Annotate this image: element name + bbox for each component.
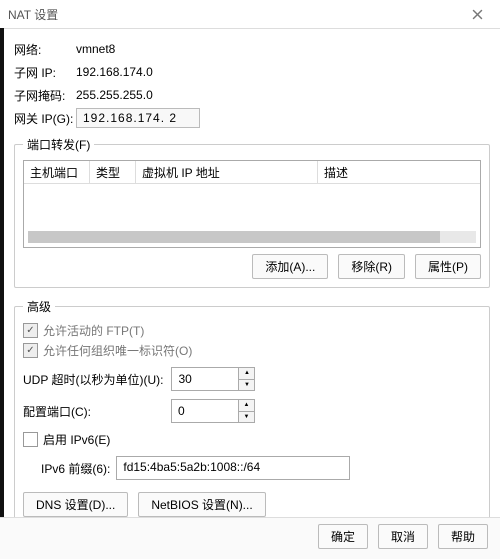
allow-ftp-label: 允许活动的 FTP(T): [43, 322, 144, 339]
properties-button[interactable]: 属性(P): [415, 254, 481, 279]
spin-up-icon[interactable]: ▲: [239, 368, 254, 380]
spin-up-icon[interactable]: ▲: [239, 400, 254, 412]
ipv6-prefix-label: IPv6 前缀(6):: [41, 460, 110, 477]
spin-down-icon[interactable]: ▼: [239, 412, 254, 423]
dns-settings-button[interactable]: DNS 设置(D)...: [23, 492, 128, 517]
port-forwarding-legend: 端口转发(F): [23, 136, 94, 153]
config-port-label: 配置端口(C):: [23, 403, 163, 420]
add-button[interactable]: 添加(A)...: [252, 254, 328, 279]
allow-ftp-checkbox[interactable]: [23, 323, 38, 338]
config-port-value[interactable]: 0: [172, 400, 238, 422]
spin-down-icon[interactable]: ▼: [239, 380, 254, 391]
network-label: 网络:: [14, 41, 76, 58]
netbios-settings-button[interactable]: NetBIOS 设置(N)...: [138, 492, 265, 517]
col-vm-ip[interactable]: 虚拟机 IP 地址: [136, 161, 318, 183]
advanced-group: 高级 允许活动的 FTP(T) 允许任何组织唯一标识符(O) UDP 超时(以秒…: [14, 298, 490, 530]
help-button[interactable]: 帮助: [438, 524, 488, 549]
port-forward-table[interactable]: 主机端口 类型 虚拟机 IP 地址 描述: [23, 160, 481, 248]
titlebar: NAT 设置: [0, 0, 500, 29]
col-description[interactable]: 描述: [318, 161, 480, 183]
remove-button[interactable]: 移除(R): [338, 254, 405, 279]
col-type[interactable]: 类型: [90, 161, 136, 183]
col-host-port[interactable]: 主机端口: [24, 161, 90, 183]
ok-button[interactable]: 确定: [318, 524, 368, 549]
dialog-title: NAT 设置: [8, 6, 58, 23]
subnet-ip-value: 192.168.174.0: [76, 65, 153, 79]
config-port-spinbox[interactable]: 0 ▲ ▼: [171, 399, 255, 423]
allow-oui-label: 允许任何组织唯一标识符(O): [43, 342, 192, 359]
enable-ipv6-label: 启用 IPv6(E): [43, 431, 110, 448]
horizontal-scrollbar[interactable]: [28, 231, 476, 243]
ipv6-prefix-input[interactable]: fd15:4ba5:5a2b:1008::/64: [116, 456, 350, 480]
allow-oui-checkbox[interactable]: [23, 343, 38, 358]
enable-ipv6-checkbox[interactable]: [23, 432, 38, 447]
close-icon: [472, 9, 483, 20]
network-value: vmnet8: [76, 42, 115, 56]
gateway-label: 网关 IP(G):: [14, 110, 76, 127]
subnet-mask-label: 子网掩码:: [14, 87, 76, 104]
table-body[interactable]: [24, 184, 480, 231]
cancel-button[interactable]: 取消: [378, 524, 428, 549]
udp-timeout-label: UDP 超时(以秒为单位)(U):: [23, 371, 163, 388]
dialog-footer: 确定 取消 帮助: [0, 517, 500, 559]
close-button[interactable]: [462, 2, 492, 26]
gateway-input[interactable]: 192.168.174. 2: [76, 108, 200, 128]
nat-settings-dialog: NAT 设置 网络: vmnet8 子网 IP: 192.168.174.0 子…: [0, 0, 500, 559]
advanced-legend: 高级: [23, 298, 55, 315]
udp-timeout-spinbox[interactable]: 30 ▲ ▼: [171, 367, 255, 391]
subnet-mask-value: 255.255.255.0: [76, 88, 153, 102]
subnet-ip-label: 子网 IP:: [14, 64, 76, 81]
udp-timeout-value[interactable]: 30: [172, 368, 238, 390]
port-forwarding-group: 端口转发(F) 主机端口 类型 虚拟机 IP 地址 描述 添加(A)... 移除…: [14, 136, 490, 288]
